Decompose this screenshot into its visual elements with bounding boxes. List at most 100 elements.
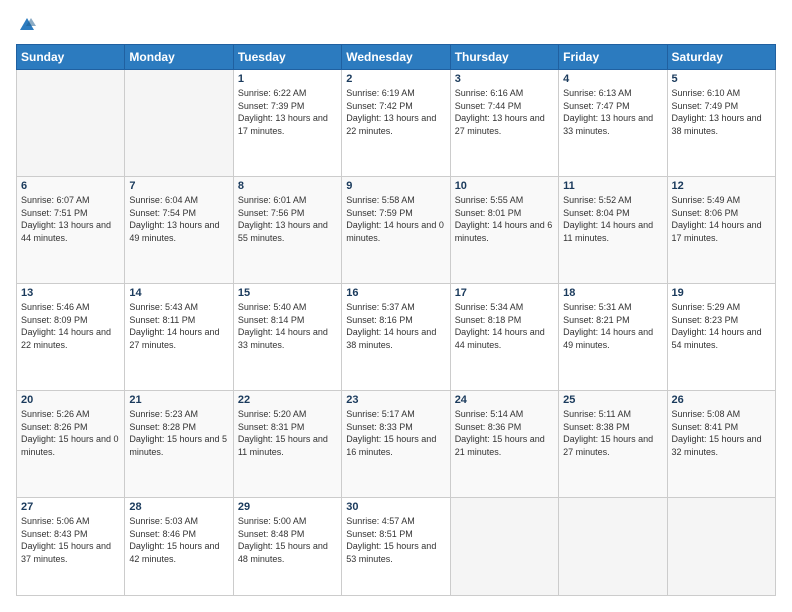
day-number: 6 bbox=[21, 180, 120, 192]
calendar-cell bbox=[17, 70, 125, 177]
calendar-cell: 8 Sunrise: 6:01 AMSunset: 7:56 PMDaylight… bbox=[233, 177, 341, 284]
calendar-cell: 2 Sunrise: 6:19 AMSunset: 7:42 PMDaylight… bbox=[342, 70, 450, 177]
day-info: Sunrise: 6:19 AMSunset: 7:42 PMDaylight:… bbox=[346, 87, 445, 137]
day-info: Sunrise: 5:00 AMSunset: 8:48 PMDaylight:… bbox=[238, 515, 337, 565]
day-number: 18 bbox=[563, 287, 662, 299]
calendar-cell: 5 Sunrise: 6:10 AMSunset: 7:49 PMDaylight… bbox=[667, 70, 775, 177]
calendar-cell bbox=[559, 498, 667, 596]
calendar-header-row: SundayMondayTuesdayWednesdayThursdayFrid… bbox=[17, 45, 776, 70]
calendar-cell: 20 Sunrise: 5:26 AMSunset: 8:26 PMDayligh… bbox=[17, 391, 125, 498]
day-info: Sunrise: 5:34 AMSunset: 8:18 PMDaylight:… bbox=[455, 301, 554, 351]
day-info: Sunrise: 6:13 AMSunset: 7:47 PMDaylight:… bbox=[563, 87, 662, 137]
day-number: 20 bbox=[21, 394, 120, 406]
day-info: Sunrise: 6:01 AMSunset: 7:56 PMDaylight:… bbox=[238, 194, 337, 244]
day-number: 15 bbox=[238, 287, 337, 299]
day-info: Sunrise: 5:06 AMSunset: 8:43 PMDaylight:… bbox=[21, 515, 120, 565]
day-number: 5 bbox=[672, 73, 771, 85]
day-number: 16 bbox=[346, 287, 445, 299]
day-info: Sunrise: 5:37 AMSunset: 8:16 PMDaylight:… bbox=[346, 301, 445, 351]
calendar-header-monday: Monday bbox=[125, 45, 233, 70]
calendar-header-wednesday: Wednesday bbox=[342, 45, 450, 70]
day-info: Sunrise: 5:46 AMSunset: 8:09 PMDaylight:… bbox=[21, 301, 120, 351]
day-info: Sunrise: 5:11 AMSunset: 8:38 PMDaylight:… bbox=[563, 408, 662, 458]
calendar-cell: 24 Sunrise: 5:14 AMSunset: 8:36 PMDayligh… bbox=[450, 391, 558, 498]
calendar-cell: 16 Sunrise: 5:37 AMSunset: 8:16 PMDayligh… bbox=[342, 284, 450, 391]
calendar-cell bbox=[667, 498, 775, 596]
day-number: 11 bbox=[563, 180, 662, 192]
calendar: SundayMondayTuesdayWednesdayThursdayFrid… bbox=[16, 44, 776, 596]
day-info: Sunrise: 5:40 AMSunset: 8:14 PMDaylight:… bbox=[238, 301, 337, 351]
day-number: 12 bbox=[672, 180, 771, 192]
calendar-cell: 27 Sunrise: 5:06 AMSunset: 8:43 PMDayligh… bbox=[17, 498, 125, 596]
day-info: Sunrise: 5:55 AMSunset: 8:01 PMDaylight:… bbox=[455, 194, 554, 244]
calendar-header-tuesday: Tuesday bbox=[233, 45, 341, 70]
day-number: 17 bbox=[455, 287, 554, 299]
day-number: 24 bbox=[455, 394, 554, 406]
calendar-header-thursday: Thursday bbox=[450, 45, 558, 70]
day-number: 1 bbox=[238, 73, 337, 85]
calendar-cell: 17 Sunrise: 5:34 AMSunset: 8:18 PMDayligh… bbox=[450, 284, 558, 391]
day-info: Sunrise: 5:52 AMSunset: 8:04 PMDaylight:… bbox=[563, 194, 662, 244]
calendar-cell: 7Sunrise: 6:04 AMSunset: 7:54 PMDaylight… bbox=[125, 177, 233, 284]
day-number: 26 bbox=[672, 394, 771, 406]
day-info: Sunrise: 6:16 AMSunset: 7:44 PMDaylight:… bbox=[455, 87, 554, 137]
day-info: Sunrise: 5:58 AMSunset: 7:59 PMDaylight:… bbox=[346, 194, 445, 244]
day-number: 28 bbox=[129, 501, 228, 513]
page: SundayMondayTuesdayWednesdayThursdayFrid… bbox=[0, 0, 792, 612]
day-number: 2 bbox=[346, 73, 445, 85]
day-info: Sunrise: 5:49 AMSunset: 8:06 PMDaylight:… bbox=[672, 194, 771, 244]
calendar-cell: 1 Sunrise: 6:22 AMSunset: 7:39 PMDaylight… bbox=[233, 70, 341, 177]
calendar-cell: 4 Sunrise: 6:13 AMSunset: 7:47 PMDaylight… bbox=[559, 70, 667, 177]
day-number: 4 bbox=[563, 73, 662, 85]
calendar-cell: 3 Sunrise: 6:16 AMSunset: 7:44 PMDaylight… bbox=[450, 70, 558, 177]
calendar-cell: 13 Sunrise: 5:46 AMSunset: 8:09 PMDayligh… bbox=[17, 284, 125, 391]
calendar-cell: 6 Sunrise: 6:07 AMSunset: 7:51 PMDaylight… bbox=[17, 177, 125, 284]
day-number: 3 bbox=[455, 73, 554, 85]
calendar-cell: 15 Sunrise: 5:40 AMSunset: 8:14 PMDayligh… bbox=[233, 284, 341, 391]
calendar-cell: 30 Sunrise: 4:57 AMSunset: 8:51 PMDayligh… bbox=[342, 498, 450, 596]
calendar-cell: 14 Sunrise: 5:43 AMSunset: 8:11 PMDayligh… bbox=[125, 284, 233, 391]
day-number: 29 bbox=[238, 501, 337, 513]
logo-icon bbox=[18, 16, 36, 34]
day-info: Sunrise: 5:17 AMSunset: 8:33 PMDaylight:… bbox=[346, 408, 445, 458]
calendar-cell: 9Sunrise: 5:58 AMSunset: 7:59 PMDaylight… bbox=[342, 177, 450, 284]
calendar-cell: 25 Sunrise: 5:11 AMSunset: 8:38 PMDayligh… bbox=[559, 391, 667, 498]
day-number: 19 bbox=[672, 287, 771, 299]
day-number: 10 bbox=[455, 180, 554, 192]
calendar-header-friday: Friday bbox=[559, 45, 667, 70]
day-info: Sunrise: 5:31 AMSunset: 8:21 PMDaylight:… bbox=[563, 301, 662, 351]
day-info: Sunrise: 5:26 AMSunset: 8:26 PMDaylight:… bbox=[21, 408, 120, 458]
day-info: Sunrise: 6:04 AMSunset: 7:54 PMDaylight:… bbox=[129, 194, 228, 244]
calendar-header-saturday: Saturday bbox=[667, 45, 775, 70]
day-number: 14 bbox=[129, 287, 228, 299]
day-info: Sunrise: 5:14 AMSunset: 8:36 PMDaylight:… bbox=[455, 408, 554, 458]
day-info: Sunrise: 6:07 AMSunset: 7:51 PMDaylight:… bbox=[21, 194, 120, 244]
calendar-cell: 11 Sunrise: 5:52 AMSunset: 8:04 PMDayligh… bbox=[559, 177, 667, 284]
calendar-cell: 21Sunrise: 5:23 AMSunset: 8:28 PMDayligh… bbox=[125, 391, 233, 498]
day-info: Sunrise: 5:03 AMSunset: 8:46 PMDaylight:… bbox=[129, 515, 228, 565]
day-info: Sunrise: 6:22 AMSunset: 7:39 PMDaylight:… bbox=[238, 87, 337, 137]
calendar-cell: 10 Sunrise: 5:55 AMSunset: 8:01 PMDayligh… bbox=[450, 177, 558, 284]
day-info: Sunrise: 5:43 AMSunset: 8:11 PMDaylight:… bbox=[129, 301, 228, 351]
calendar-cell: 28 Sunrise: 5:03 AMSunset: 8:46 PMDayligh… bbox=[125, 498, 233, 596]
day-info: Sunrise: 5:23 AMSunset: 8:28 PMDaylight:… bbox=[129, 408, 228, 458]
calendar-cell: 26 Sunrise: 5:08 AMSunset: 8:41 PMDayligh… bbox=[667, 391, 775, 498]
day-info: Sunrise: 5:08 AMSunset: 8:41 PMDaylight:… bbox=[672, 408, 771, 458]
day-number: 8 bbox=[238, 180, 337, 192]
calendar-cell: 29 Sunrise: 5:00 AMSunset: 8:48 PMDayligh… bbox=[233, 498, 341, 596]
calendar-cell bbox=[450, 498, 558, 596]
calendar-cell: 22 Sunrise: 5:20 AMSunset: 8:31 PMDayligh… bbox=[233, 391, 341, 498]
day-number: 23 bbox=[346, 394, 445, 406]
calendar-cell bbox=[125, 70, 233, 177]
day-number: 30 bbox=[346, 501, 445, 513]
day-info: Sunrise: 6:10 AMSunset: 7:49 PMDaylight:… bbox=[672, 87, 771, 137]
calendar-cell: 12 Sunrise: 5:49 AMSunset: 8:06 PMDayligh… bbox=[667, 177, 775, 284]
day-number: 13 bbox=[21, 287, 120, 299]
day-number: 27 bbox=[21, 501, 120, 513]
day-number: 22 bbox=[238, 394, 337, 406]
day-number: 25 bbox=[563, 394, 662, 406]
day-info: Sunrise: 4:57 AMSunset: 8:51 PMDaylight:… bbox=[346, 515, 445, 565]
calendar-cell: 19Sunrise: 5:29 AMSunset: 8:23 PMDayligh… bbox=[667, 284, 775, 391]
day-info: Sunrise: 5:20 AMSunset: 8:31 PMDaylight:… bbox=[238, 408, 337, 458]
calendar-cell: 18 Sunrise: 5:31 AMSunset: 8:21 PMDayligh… bbox=[559, 284, 667, 391]
